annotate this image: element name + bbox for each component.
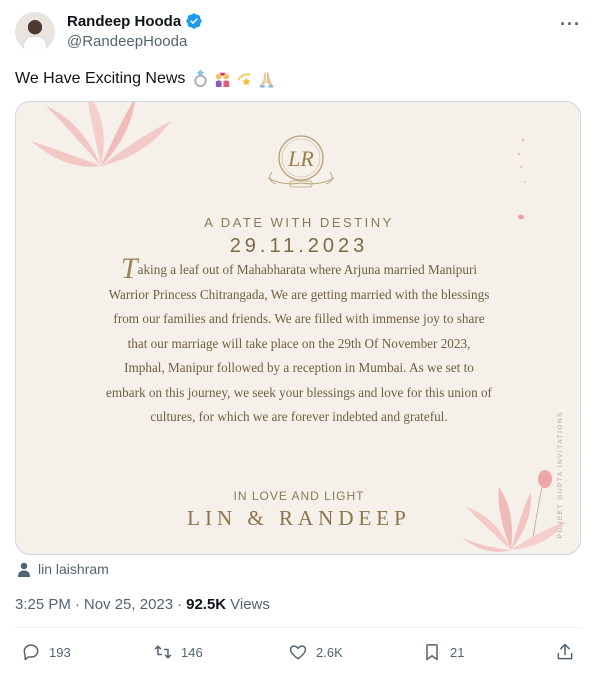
tweet: Randeep Hooda @RandeepHooda ··· We Have … [0, 0, 593, 675]
tweet-text: We Have Exciting News [15, 69, 276, 88]
meta-separator-2: · [177, 596, 183, 613]
author-handle[interactable]: @RandeepHooda [67, 33, 187, 50]
views-label: Views [230, 596, 270, 613]
reply-count: 193 [49, 644, 71, 660]
person-icon [18, 562, 30, 577]
lotus-decoration-top-left [31, 102, 171, 167]
dizzy-star-emoji-icon [237, 73, 252, 86]
like-count: 2.6K [316, 644, 343, 660]
tagged-user-name[interactable]: lin laishram [38, 561, 109, 577]
invitation-heading: A DATE WITH DESTINY [204, 215, 394, 230]
share-icon [557, 643, 573, 660]
monogram-text: LR [287, 146, 314, 171]
verified-badge-icon [186, 13, 202, 29]
monogram-crest: LR [267, 135, 335, 188]
folded-hands-emoji-icon [260, 71, 274, 88]
more-options-icon[interactable]: ··· [560, 14, 581, 35]
tagged-user[interactable]: lin laishram [17, 561, 109, 577]
tweet-meta: 3:25 PM · Nov 25, 2023 · 92.5K Views [15, 596, 270, 613]
emoji-group [191, 69, 276, 88]
action-bar: 193 146 2.6K 21 [0, 642, 593, 668]
share-button[interactable] [555, 642, 575, 662]
repost-button[interactable]: 146 [153, 642, 203, 662]
bookmark-count: 21 [450, 644, 465, 660]
tweet-text-content: We Have Exciting News [15, 69, 186, 87]
avatar-shirt [23, 36, 47, 52]
author-name[interactable]: Randeep Hooda [67, 13, 181, 30]
tweet-date[interactable]: Nov 25, 2023 [84, 596, 173, 613]
tweet-time[interactable]: 3:25 PM [15, 596, 71, 613]
invitation-dropcap: T [120, 252, 138, 285]
reply-button[interactable]: 193 [21, 642, 71, 662]
repost-count: 146 [181, 644, 203, 660]
meta-separator: · [74, 596, 80, 613]
lotus-decoration-bottom-right [461, 470, 566, 552]
bookmark-icon [426, 644, 438, 661]
like-button[interactable]: 2.6K [288, 642, 343, 662]
avatar[interactable] [15, 12, 55, 52]
reply-icon [23, 644, 39, 661]
heart-icon [289, 645, 307, 660]
invitation-date: 29.11.2023 [229, 235, 369, 257]
ring-emoji-icon [194, 70, 208, 88]
views-count: 92.5K [186, 596, 227, 613]
author-name-row[interactable]: Randeep Hooda [67, 12, 203, 30]
repost-icon [154, 645, 172, 659]
divider [15, 627, 581, 628]
invitation-message-block: Taking a leaf out of Mahabharata where A… [106, 254, 492, 430]
couple-heart-emoji-icon [216, 72, 230, 88]
invitation-message: aking a leaf out of Mahabharata where Ar… [106, 262, 492, 424]
bookmark-button[interactable]: 21 [422, 642, 464, 662]
invitation-image[interactable]: LR A DATE WITH DESTINY 29.11.2023 Taking… [15, 101, 581, 555]
